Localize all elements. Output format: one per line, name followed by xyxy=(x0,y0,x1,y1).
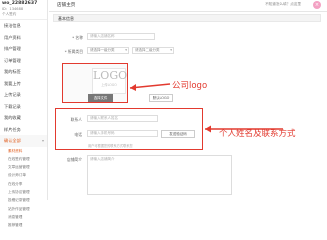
select-value: 请选择一级分类 xyxy=(90,48,115,52)
chevron-down-icon: ▾ xyxy=(170,48,172,52)
sidebar-item-label: 确认全部 xyxy=(4,138,21,143)
sidebar-item-label: 订单管理 xyxy=(4,57,21,63)
sidebar-item-label: 排产管理 xyxy=(4,46,21,51)
close-icon[interactable]: × xyxy=(313,1,321,9)
sidebar-item-label: 我的收藏 xyxy=(4,115,21,120)
chevron-down-icon: ▾ xyxy=(41,138,44,143)
sidebar-item-label: 用户资料 xyxy=(4,34,21,40)
help-link[interactable]: 不知道怎么填？点这里 xyxy=(265,2,301,7)
section-header: 基本信息 xyxy=(53,14,321,22)
sidebar-item-profile[interactable]: 用户资料 xyxy=(0,32,47,44)
sidebar-item-downloads[interactable]: 下载记录 xyxy=(0,101,47,113)
user-type: 个人签约 xyxy=(2,12,17,16)
sidebar-item-tags[interactable]: 我的标签 xyxy=(0,66,47,78)
sidebar-item-label: 下载记录 xyxy=(4,103,21,109)
sidebar-item-favorites[interactable]: 我的收藏 xyxy=(0,112,47,124)
sidebar-item-upload[interactable]: 我要上传 xyxy=(0,78,47,90)
category-select-1[interactable]: 请选择一级分类 ▾ xyxy=(87,47,129,54)
sidebar-sub-item[interactable]: 设计师订单 xyxy=(0,171,47,179)
contact-highlight xyxy=(55,108,203,150)
sidebar-item-label: 上传记录 xyxy=(4,92,21,97)
logo-annotation: 公司logo xyxy=(172,81,208,91)
top-bar: 店铺主页 不知道怎么填？点这里 × xyxy=(49,0,327,12)
arrow-icon xyxy=(129,83,171,91)
sidebar-sub-item[interactable]: 文章运营管理 xyxy=(0,163,47,171)
sidebar-item-production[interactable]: 排产管理 xyxy=(0,43,47,55)
sidebar-sub-item[interactable]: 投稿记录管理 xyxy=(0,196,47,204)
sidebar-item-label: 样片任务 xyxy=(4,126,21,132)
sidebar: wo_22882637 ID：134688 个人签约 接洽信息 用户资料 排产管… xyxy=(0,0,48,227)
logo-highlight xyxy=(62,63,128,103)
sidebar-item-orders[interactable]: 订单管理 xyxy=(0,55,47,67)
sidebar-item-label: 接洽信息 xyxy=(4,23,21,28)
sidebar-sub-item[interactable]: 素材资料 xyxy=(0,147,47,155)
contact-annotation: 个人姓名及联系方式 xyxy=(219,129,296,139)
select-value: 请选择二级分类 xyxy=(135,48,160,52)
chevron-down-icon: ▾ xyxy=(125,48,127,52)
industry-label: * 所属类目 xyxy=(64,49,83,54)
description-textarea[interactable]: 请输入店铺简介 xyxy=(87,155,232,195)
name-label: * 名称 xyxy=(72,35,83,40)
sidebar-sub-item[interactable]: 推荐管理 xyxy=(0,221,47,229)
user-info: wo_22882637 ID：134688 个人签约 xyxy=(0,0,47,20)
page: wo_22882637 ID：134688 个人签约 接洽信息 用户资料 排产管… xyxy=(0,0,327,227)
sidebar-sub-item[interactable]: 消息管理 xyxy=(0,213,47,221)
default-logo-button[interactable]: 默认LOGO xyxy=(149,94,173,102)
sidebar-sub-item[interactable]: 站外作品管理 xyxy=(0,205,47,213)
name-input[interactable]: 请输入店铺名称 xyxy=(87,33,155,40)
section-title: 基本信息 xyxy=(58,16,74,21)
sidebar-sub-item[interactable]: 在线分享 xyxy=(0,180,47,188)
sidebar-item-tasks[interactable]: 样片任务 xyxy=(0,124,47,136)
sidebar-sub-item[interactable]: 在线签约管理 xyxy=(0,155,47,163)
category-select-2[interactable]: 请选择二级分类 ▾ xyxy=(132,47,174,54)
sidebar-item-label: 我的标签 xyxy=(4,69,21,74)
sidebar-item-upload-history[interactable]: 上传记录 xyxy=(0,89,47,101)
description-label: 店铺简介 xyxy=(66,157,82,162)
sidebar-item-all[interactable]: 确认全部 ▾ xyxy=(0,135,47,147)
sidebar-item-messages[interactable]: 接洽信息 xyxy=(0,20,47,32)
sidebar-sub-item[interactable]: 上传协议管理 xyxy=(0,188,47,196)
page-title: 店铺主页 xyxy=(57,3,76,8)
sidebar-item-label: 我要上传 xyxy=(4,80,21,86)
